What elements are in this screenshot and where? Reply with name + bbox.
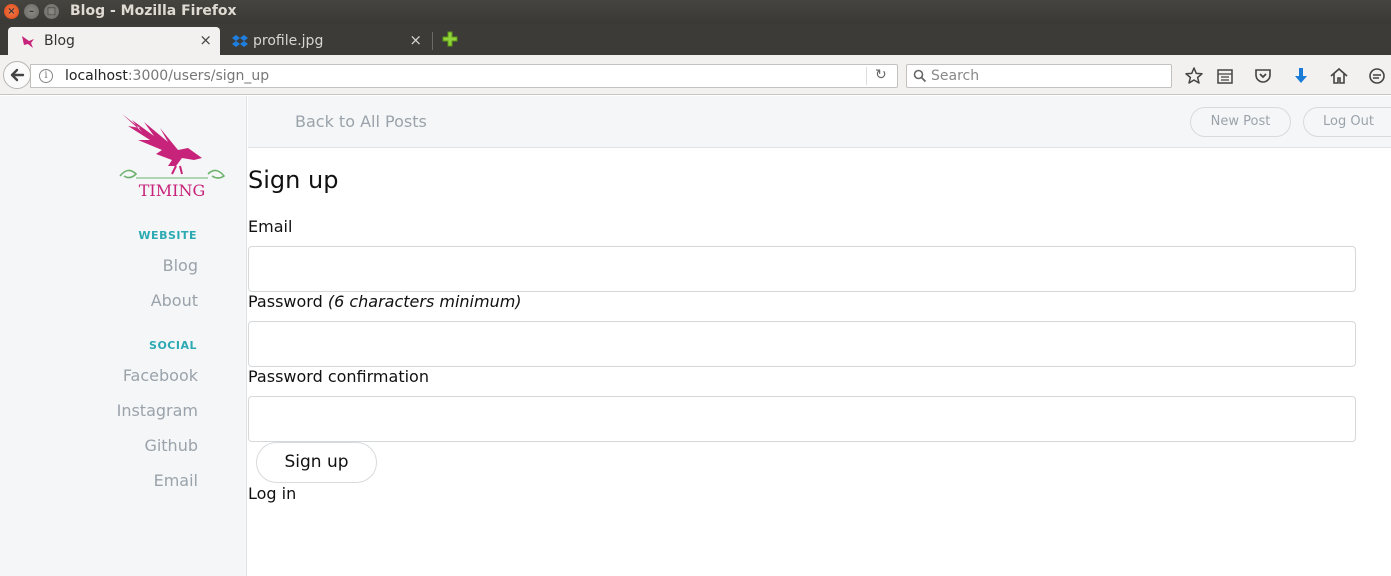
sign-up-button[interactable]: Sign up	[256, 442, 377, 483]
email-field[interactable]	[248, 246, 1356, 292]
home-icon[interactable]	[1329, 66, 1349, 86]
sidebar-link-blog[interactable]: Blog	[163, 256, 198, 275]
dropbox-favicon-icon	[232, 35, 248, 47]
log-out-button[interactable]: Log Out	[1303, 107, 1391, 137]
navigation-toolbar: i localhost:3000/users/sign_up ↻ Search	[0, 55, 1391, 95]
password-field[interactable]	[248, 321, 1356, 367]
logo-text: TIMING	[139, 181, 205, 200]
new-post-button[interactable]: New Post	[1190, 107, 1291, 137]
bookmark-star-icon[interactable]	[1184, 66, 1204, 86]
log-in-link[interactable]: Log in	[248, 484, 296, 503]
sidebar-heading-social: SOCIAL	[149, 339, 197, 352]
tab-close-icon[interactable]: ×	[199, 31, 212, 49]
email-label: Email	[248, 217, 293, 236]
download-arrow-icon[interactable]	[1291, 66, 1311, 86]
url-bar[interactable]: i localhost:3000/users/sign_up ↻	[30, 64, 898, 88]
window-maximize-button[interactable]: □	[44, 4, 59, 19]
sidebar-heading-website: WEBSITE	[138, 229, 197, 242]
sidebar-link-email[interactable]: Email	[154, 471, 198, 490]
search-placeholder: Search	[931, 68, 980, 84]
tab-label: Blog	[44, 33, 75, 49]
arrow-left-icon	[10, 68, 25, 82]
password-confirmation-field[interactable]	[248, 396, 1356, 442]
tab-label: profile.jpg	[253, 33, 324, 49]
sidebar: TIMING WEBSITE Blog About SOCIAL Faceboo…	[0, 96, 247, 576]
sidebar-link-facebook[interactable]: Facebook	[123, 366, 198, 385]
chat-icon[interactable]	[1367, 66, 1387, 86]
reading-list-icon[interactable]	[1215, 66, 1235, 86]
tab-bar: Blog × profile.jpg ×	[0, 24, 1391, 55]
page-title: Sign up	[248, 166, 339, 194]
info-icon[interactable]: i	[39, 69, 53, 83]
sidebar-link-about[interactable]: About	[151, 291, 198, 310]
tab-profile-jpg[interactable]: profile.jpg ×	[222, 27, 430, 55]
sidebar-link-github[interactable]: Github	[144, 436, 198, 455]
url-separator	[866, 67, 867, 85]
window-close-button[interactable]: ×	[4, 4, 19, 19]
password-label: Password (6 characters minimum)	[248, 292, 522, 311]
tab-close-icon[interactable]: ×	[409, 31, 422, 49]
search-bar[interactable]: Search	[906, 64, 1172, 88]
password-hint: (6 characters minimum)	[327, 292, 522, 311]
top-navigation: Back to All Posts New Post Log Out	[248, 96, 1391, 148]
search-icon	[913, 69, 927, 83]
tab-separator	[432, 32, 433, 50]
password-confirmation-label: Password confirmation	[248, 367, 429, 386]
back-to-all-posts-link[interactable]: Back to All Posts	[295, 112, 427, 131]
window-minimize-button[interactable]: –	[24, 4, 39, 19]
web-page: TIMING WEBSITE Blog About SOCIAL Faceboo…	[0, 96, 1391, 576]
window-title: Blog - Mozilla Firefox	[70, 3, 237, 19]
new-tab-plus-icon[interactable]	[441, 30, 459, 48]
window-titlebar: × – □ Blog - Mozilla Firefox	[0, 0, 1391, 24]
bird-favicon-icon	[22, 36, 34, 48]
tab-blog[interactable]: Blog ×	[8, 27, 220, 55]
sidebar-link-instagram[interactable]: Instagram	[117, 401, 198, 420]
url-text[interactable]: localhost:3000/users/sign_up	[65, 68, 269, 84]
timing-eagle-logo[interactable]: TIMING	[116, 110, 228, 202]
pocket-icon[interactable]	[1253, 66, 1273, 86]
back-button[interactable]	[3, 61, 31, 89]
reload-icon[interactable]: ↻	[875, 67, 887, 83]
